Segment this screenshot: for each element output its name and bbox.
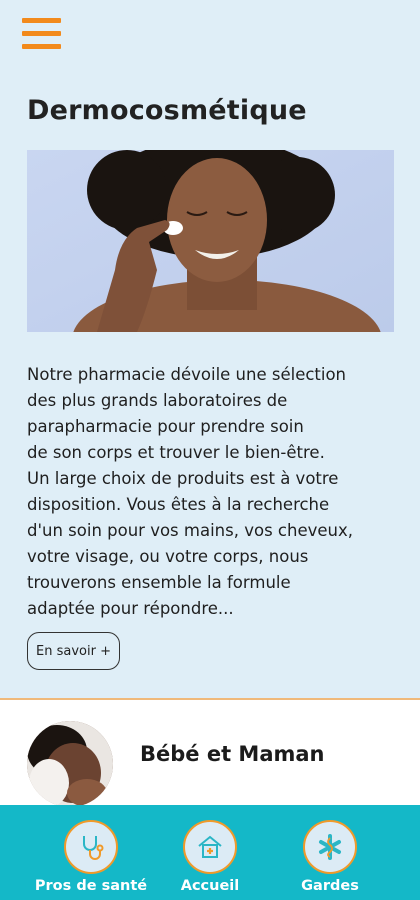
hero-image xyxy=(27,150,394,332)
medical-caduceus-icon xyxy=(303,820,357,874)
woman-skincare-illustration xyxy=(27,150,394,332)
category-avatar xyxy=(27,721,113,807)
category-title: Bébé et Maman xyxy=(140,742,325,766)
dermocosmetique-section: Dermocosmétique Notre pharmacie dévoile … xyxy=(0,0,420,699)
hamburger-menu-icon[interactable] xyxy=(22,18,62,50)
nav-label: Accueil xyxy=(180,878,240,894)
section-title: Dermocosmétique xyxy=(27,95,307,126)
nav-label: Pros de santé xyxy=(34,878,148,894)
bebe-maman-card[interactable]: Bébé et Maman xyxy=(0,700,420,807)
mother-baby-illustration xyxy=(27,721,113,807)
menu-bar xyxy=(22,18,61,23)
menu-bar xyxy=(22,44,61,49)
learn-more-button[interactable]: En savoir + xyxy=(27,632,120,670)
bottom-navigation: Pros de santé Accueil Gardes xyxy=(0,805,420,900)
stethoscope-icon xyxy=(64,820,118,874)
menu-bar xyxy=(22,31,61,36)
section-description: Notre pharmacie dévoile une sélection de… xyxy=(27,365,353,618)
home-medical-icon xyxy=(183,820,237,874)
nav-label: Gardes xyxy=(301,878,359,894)
nav-item-accueil[interactable]: Accueil xyxy=(140,805,280,900)
nav-item-gardes[interactable]: Gardes xyxy=(260,805,400,900)
